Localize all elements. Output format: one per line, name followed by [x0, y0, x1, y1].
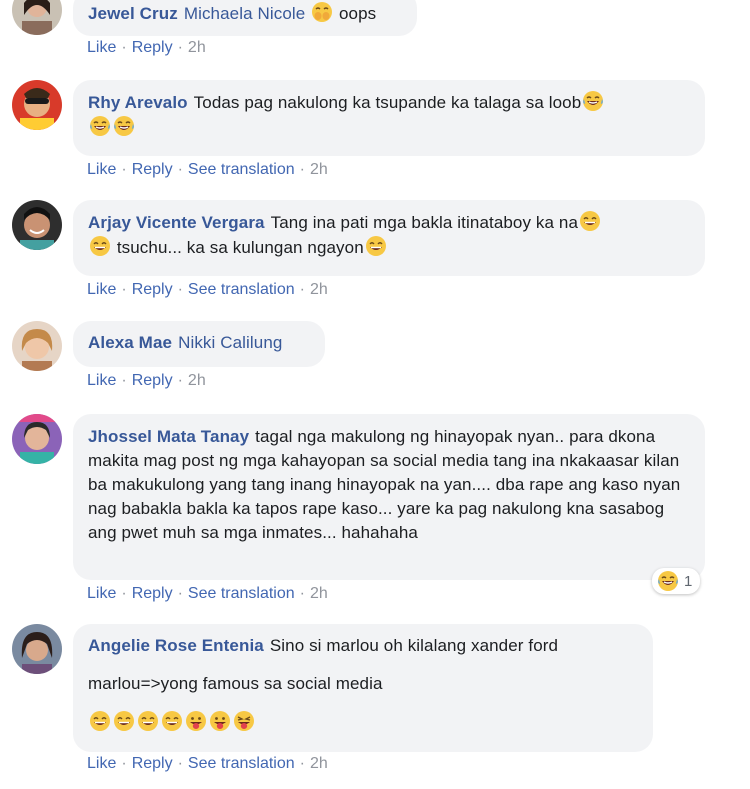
comment-actions: Like · Reply · See translation · 2h: [87, 585, 328, 603]
joy-emoji-icon: [89, 115, 111, 137]
see-translation-link[interactable]: See translation: [188, 161, 295, 178]
mention-link[interactable]: Nikki Calilung: [178, 333, 282, 352]
like-button[interactable]: Like: [87, 755, 116, 772]
comment-text: tsuchu... ka sa kulungan ngayon: [116, 238, 364, 257]
reply-button[interactable]: Reply: [132, 585, 173, 602]
avatar[interactable]: [12, 624, 62, 674]
reply-button[interactable]: Reply: [132, 372, 173, 389]
reply-button[interactable]: Reply: [132, 39, 173, 56]
comment-bubble: Jhossel Mata Tanay tagal nga makulong ng …: [73, 414, 705, 580]
haha-reaction-icon: [657, 570, 679, 592]
comment-author[interactable]: Rhy Arevalo: [88, 93, 188, 112]
like-button[interactable]: Like: [87, 585, 116, 602]
separator-dot: ·: [177, 755, 183, 772]
comment-timestamp[interactable]: 2h: [310, 281, 328, 298]
separator-dot: ·: [121, 39, 127, 56]
comment-actions: Like · Reply · 2h: [87, 39, 206, 57]
grin-emoji-icon: [365, 235, 387, 257]
comment-author[interactable]: Jhossel Mata Tanay: [88, 427, 249, 446]
reply-button[interactable]: Reply: [132, 755, 173, 772]
see-translation-link[interactable]: See translation: [188, 755, 295, 772]
comment-bubble: Angelie Rose Entenia Sino si marlou oh ki…: [73, 624, 653, 752]
grin-emoji-icon: [89, 710, 111, 732]
grin-emoji-icon: [161, 710, 183, 732]
comment-bubble: Arjay Vicente Vergara Tang ina pati mga b…: [73, 200, 705, 276]
tongue-emoji-icon: [185, 710, 207, 732]
grin-emoji-icon: [113, 710, 135, 732]
separator-dot: ·: [177, 281, 183, 298]
reaction-summary[interactable]: 1: [652, 568, 701, 594]
mention-link[interactable]: Michaela Nicole: [184, 4, 306, 23]
see-translation-link[interactable]: See translation: [188, 281, 295, 298]
comment-timestamp[interactable]: 2h: [310, 161, 328, 178]
comment-text-line: marlou=>yong famous sa social media: [88, 674, 383, 693]
separator-dot: ·: [177, 372, 183, 389]
joy-emoji-icon: [113, 115, 135, 137]
separator-dot: ·: [121, 372, 127, 389]
grin-emoji-icon: [137, 710, 159, 732]
comment-author[interactable]: Angelie Rose Entenia: [88, 636, 264, 655]
comment-text: Sino si marlou oh kilalang xander ford: [269, 636, 559, 655]
separator-dot: ·: [299, 755, 305, 772]
reply-button[interactable]: Reply: [132, 281, 173, 298]
separator-dot: ·: [177, 585, 183, 602]
separator-dot: ·: [121, 281, 127, 298]
comment-actions: Like · Reply · See translation · 2h: [87, 161, 328, 179]
separator-dot: ·: [177, 39, 183, 56]
comment-timestamp[interactable]: 2h: [310, 755, 328, 772]
avatar[interactable]: [12, 200, 62, 250]
comment-timestamp[interactable]: 2h: [188, 39, 206, 56]
oops-emoji-icon: [311, 1, 333, 23]
separator-dot: ·: [121, 161, 127, 178]
separator-dot: ·: [121, 585, 127, 602]
comment-bubble: Alexa Mae Nikki Calilung: [73, 321, 325, 367]
reaction-count: 1: [684, 572, 693, 590]
see-translation-link[interactable]: See translation: [188, 585, 295, 602]
comment-timestamp[interactable]: 2h: [310, 585, 328, 602]
avatar[interactable]: [12, 80, 62, 130]
separator-dot: ·: [121, 755, 127, 772]
separator-dot: ·: [299, 161, 305, 178]
separator-dot: ·: [299, 281, 305, 298]
grin-emoji-icon: [579, 210, 601, 232]
comment-text: oops: [338, 4, 377, 23]
tongue-emoji-icon: [209, 710, 231, 732]
squint-tongue-emoji-icon: [233, 710, 255, 732]
separator-dot: ·: [299, 585, 305, 602]
comment-actions: Like · Reply · See translation · 2h: [87, 755, 328, 773]
comment-text: Tang ina pati mga bakla itinataboy ka na: [270, 213, 578, 232]
separator-dot: ·: [177, 161, 183, 178]
like-button[interactable]: Like: [87, 281, 116, 298]
comment-author[interactable]: Jewel Cruz: [88, 4, 178, 23]
avatar[interactable]: [12, 321, 62, 371]
comment-author[interactable]: Arjay Vicente Vergara: [88, 213, 265, 232]
avatar[interactable]: [12, 414, 62, 464]
joy-emoji-icon: [582, 90, 604, 112]
comment-author[interactable]: Alexa Mae: [88, 333, 172, 352]
comment-text: Todas pag nakulong ka tsupande ka talaga…: [193, 93, 582, 112]
reply-button[interactable]: Reply: [132, 161, 173, 178]
comment-bubble: Rhy Arevalo Todas pag nakulong ka tsupand…: [73, 80, 705, 156]
avatar[interactable]: [12, 0, 62, 35]
comment-actions: Like · Reply · 2h: [87, 372, 206, 390]
grin-emoji-icon: [89, 235, 111, 257]
comment-bubble: Jewel Cruz Michaela Nicole oops: [73, 0, 417, 36]
like-button[interactable]: Like: [87, 372, 116, 389]
comment-timestamp[interactable]: 2h: [188, 372, 206, 389]
like-button[interactable]: Like: [87, 161, 116, 178]
like-button[interactable]: Like: [87, 39, 116, 56]
comment-actions: Like · Reply · See translation · 2h: [87, 281, 328, 299]
